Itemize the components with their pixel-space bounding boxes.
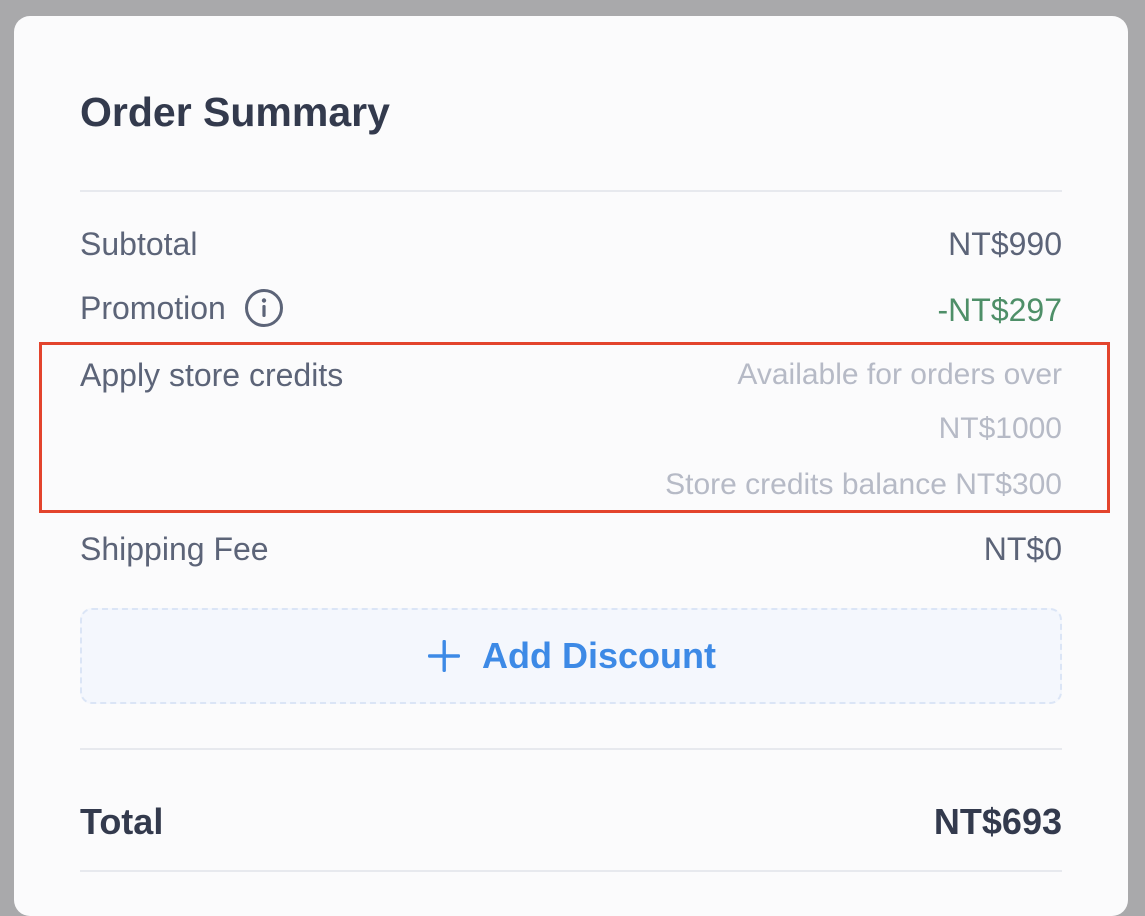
divider-middle <box>80 748 1062 750</box>
store-credits-highlight <box>39 342 1110 513</box>
divider-bottom <box>80 870 1062 872</box>
shipping-fee-value: NT$0 <box>983 531 1062 567</box>
divider-top <box>80 190 1062 192</box>
add-discount-label: Add Discount <box>482 635 716 676</box>
subtotal-label: Subtotal <box>80 226 198 262</box>
promotion-label: Promotion <box>80 290 226 326</box>
shipping-fee-label: Shipping Fee <box>80 531 269 567</box>
subtotal-value: NT$990 <box>948 226 1062 262</box>
plus-icon <box>426 638 462 674</box>
add-discount-button[interactable]: Add Discount <box>80 608 1062 704</box>
promotion-value: -NT$297 <box>937 292 1063 328</box>
total-label: Total <box>80 801 164 842</box>
promotion-row-label: Promotion <box>80 288 284 328</box>
page-title: Order Summary <box>80 89 390 135</box>
info-icon[interactable] <box>244 288 284 328</box>
total-value: NT$693 <box>933 801 1062 842</box>
